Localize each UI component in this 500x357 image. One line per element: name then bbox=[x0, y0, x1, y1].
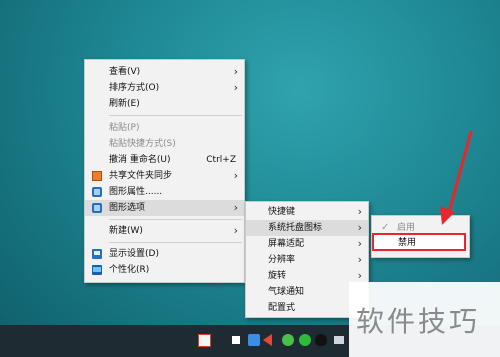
menu-item-undo-shortcut: Ctrl+Z bbox=[206, 155, 236, 165]
watermark-text: 软件技巧 bbox=[356, 305, 481, 338]
submenu-item-resolution-label: 分辨率 bbox=[268, 255, 296, 265]
menu-separator bbox=[109, 219, 242, 220]
submenu-item-hotkeys[interactable]: 快捷键 › bbox=[246, 204, 368, 220]
graphics-icon bbox=[92, 187, 102, 197]
menu-item-share-sync[interactable]: 共享文件夹同步 › bbox=[85, 168, 244, 184]
chevron-right-icon: › bbox=[357, 237, 362, 250]
speaker-icon[interactable] bbox=[263, 334, 272, 346]
menu-item-graphics-properties[interactable]: 图形属性...... bbox=[85, 184, 244, 200]
green-circle-icon[interactable] bbox=[282, 334, 294, 346]
menu-item-refresh-label: 刷新(E) bbox=[109, 99, 140, 109]
menu-item-view[interactable]: 查看(V) › bbox=[85, 64, 244, 80]
tray-item-disable[interactable]: 禁用 bbox=[372, 233, 466, 251]
windows-icon[interactable] bbox=[232, 336, 240, 344]
menu-item-graphics-options[interactable]: 图形选项 › bbox=[85, 200, 244, 216]
personalize-icon bbox=[92, 265, 102, 275]
submenu-item-screen-fit[interactable]: 屏幕适配 › bbox=[246, 236, 368, 252]
submenu-item-hotkeys-label: 快捷键 bbox=[268, 207, 296, 217]
submenu-item-balloon-label: 气球通知 bbox=[268, 287, 305, 297]
chevron-right-icon: › bbox=[233, 169, 238, 182]
menu-item-new-label: 新建(W) bbox=[109, 226, 143, 236]
graphics-icon bbox=[92, 203, 102, 213]
submenu-item-resolution[interactable]: 分辨率 › bbox=[246, 252, 368, 268]
menu-item-new[interactable]: 新建(W) › bbox=[85, 223, 244, 239]
submenu-item-tray-icon[interactable]: 系统托盘图标 › bbox=[246, 220, 368, 236]
network-icon[interactable] bbox=[334, 336, 344, 344]
menu-item-view-label: 查看(V) bbox=[109, 67, 141, 77]
menu-item-display-settings[interactable]: 显示设置(D) bbox=[85, 246, 244, 262]
chevron-right-icon: › bbox=[233, 65, 238, 78]
menu-item-sort-label: 排序方式(O) bbox=[109, 83, 160, 93]
wechat-icon[interactable] bbox=[299, 334, 311, 346]
menu-item-personalize[interactable]: 个性化(R) bbox=[85, 262, 244, 278]
menu-item-graphics-options-label: 图形选项 bbox=[109, 203, 146, 213]
submenu-item-tray-icon-label: 系统托盘图标 bbox=[268, 223, 323, 233]
menu-separator bbox=[109, 242, 242, 243]
menu-item-paste-shortcut: 粘贴快捷方式(S) bbox=[85, 136, 244, 152]
chevron-right-icon: › bbox=[233, 224, 238, 237]
menu-item-paste: 粘贴(P) bbox=[85, 120, 244, 136]
menu-item-refresh[interactable]: 刷新(E) bbox=[85, 96, 244, 112]
submenu-item-config-label: 配置式 bbox=[268, 303, 296, 313]
tray-item-disable-label: 禁用 bbox=[398, 238, 417, 248]
menu-item-undo-label: 撤消 重命名(U) bbox=[109, 155, 171, 165]
submenu-item-screen-fit-label: 屏幕适配 bbox=[268, 239, 305, 249]
menu-item-undo-rename[interactable]: 撤消 重命名(U) Ctrl+Z bbox=[85, 152, 244, 168]
menu-item-paste-shortcut-label: 粘贴快捷方式(S) bbox=[109, 139, 176, 149]
chevron-right-icon: › bbox=[233, 81, 238, 94]
menu-item-display-settings-label: 显示设置(D) bbox=[109, 249, 159, 259]
menu-item-personalize-label: 个性化(R) bbox=[109, 265, 150, 275]
menu-item-sort[interactable]: 排序方式(O) › bbox=[85, 80, 244, 96]
chevron-right-icon: › bbox=[357, 205, 362, 218]
chevron-right-icon: › bbox=[233, 201, 238, 214]
app-icon[interactable] bbox=[198, 334, 211, 347]
chevron-right-icon: › bbox=[357, 253, 362, 266]
menu-item-paste-label: 粘贴(P) bbox=[109, 123, 140, 133]
menu-item-graphics-properties-label: 图形属性...... bbox=[109, 187, 163, 197]
display-settings-icon bbox=[92, 249, 102, 259]
share-folder-icon bbox=[92, 171, 102, 181]
shield-icon[interactable] bbox=[248, 334, 260, 346]
menu-separator bbox=[109, 115, 242, 116]
desktop-context-menu: 查看(V) › 排序方式(O) › 刷新(E) 粘贴(P) 粘贴快捷方式(S) … bbox=[84, 59, 245, 283]
chevron-right-icon: › bbox=[357, 221, 362, 234]
qq-icon[interactable] bbox=[315, 334, 327, 346]
menu-item-share-sync-label: 共享文件夹同步 bbox=[109, 171, 173, 181]
submenu-item-rotate-label: 旋转 bbox=[268, 271, 287, 281]
